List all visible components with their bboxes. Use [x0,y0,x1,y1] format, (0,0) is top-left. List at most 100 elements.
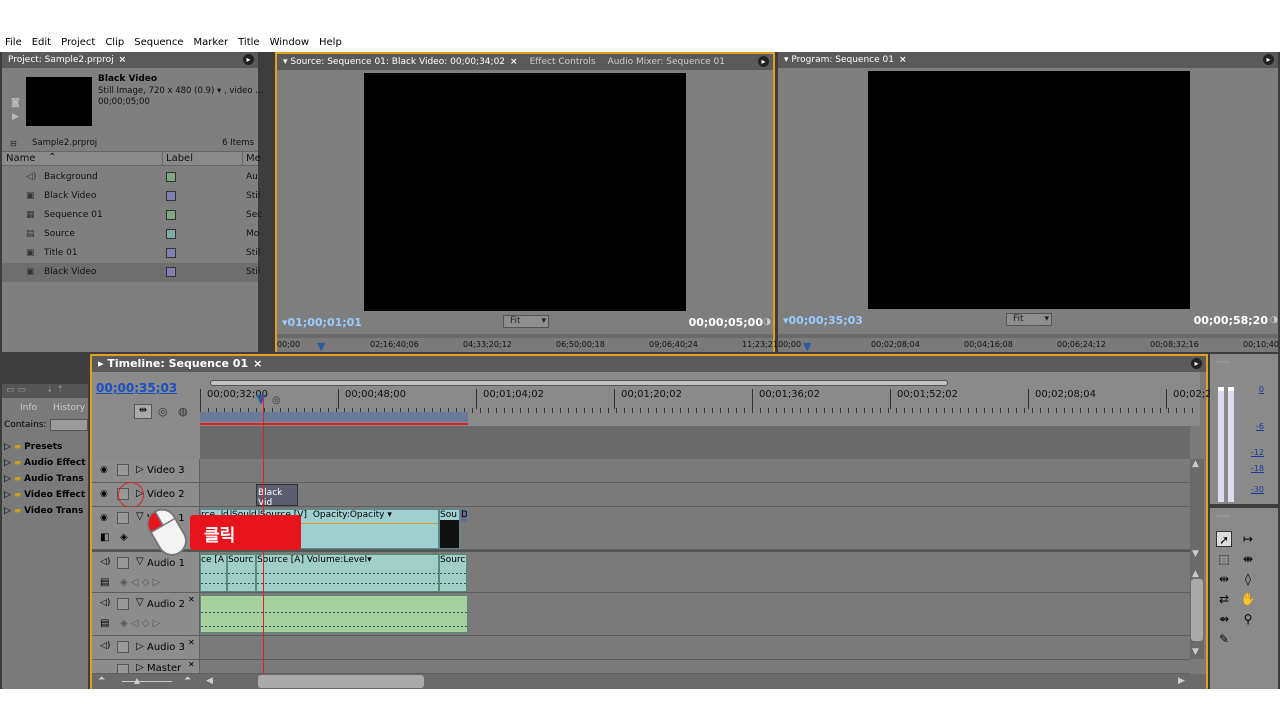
col-label[interactable]: Label [166,153,193,164]
label-swatch[interactable] [166,248,176,258]
ruler-zoom-bar[interactable] [778,334,1278,338]
expand-icon[interactable]: ▷ [136,662,144,673]
timeline-ruler[interactable]: 00;00;32;00 00;00;48;00 00;01;04;02 00;01;2… [200,372,1221,426]
menu-project[interactable]: Project [56,34,100,52]
tab-history[interactable]: History [43,400,85,416]
lock-toggle[interactable] [117,598,129,610]
speaker-icon[interactable]: ◁) [100,598,114,608]
panel-menu-icon[interactable]: ▸ [758,56,769,67]
label-swatch[interactable] [166,267,176,277]
close-icon[interactable]: × [119,55,127,65]
source-time-ruler[interactable]: 00;00 02;16;40;06 04;33;20;12 06;50;00;18 09… [277,334,791,353]
source-fit-select[interactable]: Fit ▾ [503,315,549,328]
tab-effect-controls[interactable]: Effect Controls [524,54,602,70]
selection-tool-icon[interactable]: ➚ [1216,531,1232,547]
keyframe-nav-icon[interactable]: ◈ ◁ ◇ ▷ [120,618,160,629]
scroll-up-icon[interactable]: ▲ [1192,459,1199,469]
pen-tool-icon[interactable]: ✎ [1216,631,1232,647]
volume-label[interactable]: Volume:Level [307,555,367,565]
source-playhead-timecode[interactable]: ▾01;00;01;01 [282,316,362,329]
effects-folder[interactable]: ▷ ▰ Video Trans [4,506,83,516]
lock-toggle[interactable] [117,512,129,524]
program-playhead-timecode[interactable]: ▾00;00;35;03 [783,314,863,327]
keyframe-icon[interactable]: ◈ [120,532,128,543]
menu-marker[interactable]: Marker [189,34,234,52]
expand-icon[interactable]: ▷ [136,641,144,652]
panel-menu-icon[interactable]: ▸ [243,54,254,65]
col-divider[interactable] [242,152,243,166]
menu-edit[interactable]: Edit [27,34,56,52]
work-area-bar[interactable] [200,412,468,422]
clip-source-a-main[interactable]: Source [A] Volume:Level▾ [256,554,439,592]
project-item[interactable]: ▣ Black Video Stil [2,187,260,206]
panel-icon[interactable]: ◑ [1270,315,1278,325]
menu-title[interactable]: Title [233,34,264,52]
playhead-icon[interactable]: ▼ [317,340,325,353]
program-fit-select[interactable]: Fit ▾ [1006,313,1052,326]
clip-source-a[interactable]: ce [A [200,554,227,592]
play-icon[interactable]: ▶ [12,112,19,122]
col-divider[interactable] [162,152,163,166]
track-select-tool-icon[interactable]: ↦ [1240,531,1256,547]
label-swatch[interactable] [166,191,176,201]
project-item[interactable]: ▣ Black Video Stil [2,263,260,282]
expand-icon[interactable]: ▷ [136,464,144,475]
menu-file[interactable]: File [0,34,27,52]
sort-up-icon[interactable]: ⌃ [48,152,56,163]
close-icon[interactable]: × [253,357,262,370]
playhead-icon[interactable]: ▼ [803,340,811,353]
effects-folder[interactable]: ▷ ▰ Audio Effect [4,458,86,468]
zoom-in-icon[interactable]: ⏶ [184,674,191,684]
rate-stretch-tool-icon[interactable]: ⇹ [1216,571,1232,587]
tab-audio-mixer[interactable]: Audio Mixer: Sequence 01 [602,54,731,70]
close-icon[interactable]: × [510,57,518,67]
ruler-zoom-bar[interactable] [277,334,773,338]
grip-icon[interactable]: ⋯⋯ [1216,358,1230,366]
project-item[interactable]: ◁) Background Au [2,168,258,187]
col-name[interactable]: Name [6,153,36,164]
razor-tool-icon[interactable]: ◊ [1240,571,1256,587]
effects-folder[interactable]: ▷ ▰ Presets [4,442,62,452]
effects-folder[interactable]: ▷ ▰ Audio Trans [4,474,84,484]
tab-timeline[interactable]: ▸ Timeline: Sequence 01 × [92,356,268,372]
speaker-icon[interactable]: ◁) [100,641,114,651]
zoom-out-icon[interactable]: ⏶ [98,674,105,684]
eye-icon[interactable]: ◉ [100,465,114,475]
dropdown-icon[interactable]: ▾ [217,86,221,96]
panel-icon[interactable]: ▭ ▭ [6,385,26,395]
effects-folder[interactable]: ▷ ▰ Video Effect [4,490,85,500]
tab-info[interactable]: Info [2,400,43,416]
lock-toggle[interactable] [117,641,129,653]
menu-window[interactable]: Window [265,34,314,52]
panel-icon[interactable]: ⇣ ⇡ [46,385,64,395]
ripple-edit-tool-icon[interactable]: ⬚ [1216,551,1232,567]
clip-source-v-end[interactable]: Sou [439,509,460,549]
panel-menu-icon[interactable]: ▸ [1191,358,1202,369]
close-icon[interactable]: × [899,55,907,65]
viewport-zoom-bar[interactable] [210,380,948,386]
clip-d[interactable]: D [460,509,468,523]
project-item[interactable]: ▣ Title 01 Stil [2,244,260,263]
chevron-down-icon[interactable]: ▾ [387,510,392,520]
hand-tool-icon[interactable]: ✋ [1240,591,1256,607]
eye-icon[interactable]: ◉ [100,489,114,499]
scroll-down-icon[interactable]: ▼ [1192,647,1199,657]
panel-menu-icon[interactable]: ▸ [1263,54,1274,65]
expand-icon[interactable]: ▷ [4,474,11,484]
scroll-thumb[interactable] [1191,579,1203,641]
col-media[interactable]: Me [246,153,261,164]
clip-background-audio[interactable] [200,595,468,633]
tab-source[interactable]: ▾ Source: Sequence 01: Black Video: 00;0… [277,54,524,70]
grip-icon[interactable]: ⋯⋯ [1216,512,1230,520]
speaker-icon[interactable]: ◁) [100,557,114,567]
waveform-icon[interactable]: ▤ [100,577,109,588]
tab-project[interactable]: Project: Sample2.prproj × [2,52,132,68]
label-swatch[interactable] [166,210,176,220]
expand-icon[interactable]: ▷ [4,458,11,468]
tab-program[interactable]: ▾ Program: Sequence 01 × [778,52,913,68]
keyframe-nav-icon[interactable]: ◈ ◁ ◇ ▷ [120,577,160,588]
waveform-icon[interactable]: ▤ [100,618,109,629]
menu-clip[interactable]: Clip [100,34,129,52]
scroll-right-icon[interactable]: ▶ [1178,676,1185,686]
clip-source-a[interactable]: Sourc [227,554,256,592]
